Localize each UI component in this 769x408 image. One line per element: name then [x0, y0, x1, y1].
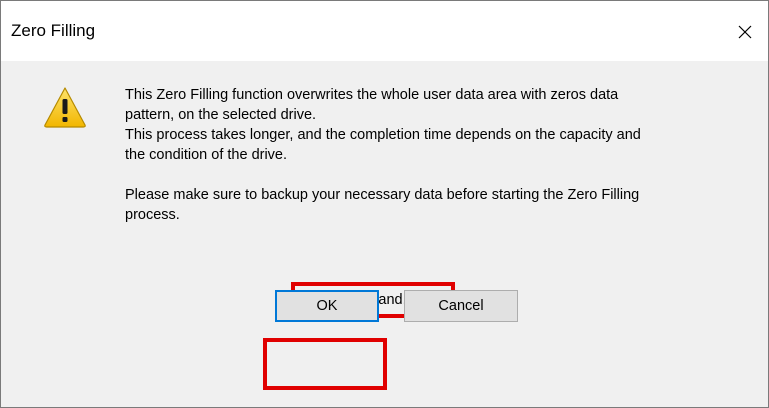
message-line: the condition of the drive.: [125, 147, 288, 163]
close-icon: [738, 25, 752, 39]
ok-button[interactable]: OK: [275, 290, 379, 322]
message-line: This process takes longer, and the compl…: [125, 127, 641, 143]
cancel-button[interactable]: Cancel: [404, 290, 518, 322]
message-line: process.: [125, 207, 180, 223]
close-button[interactable]: [722, 12, 768, 52]
message-line: This Zero Filling function overwrites th…: [125, 87, 619, 103]
window-title: Zero Filling: [11, 21, 96, 40]
title-bar: Zero Filling: [1, 1, 768, 61]
warning-message: This Zero Filling function overwrites th…: [125, 85, 755, 225]
message-line: Please make sure to backup your necessar…: [125, 187, 640, 203]
warning-icon: [44, 87, 86, 128]
dialog-body: This Zero Filling function overwrites th…: [1, 61, 768, 407]
message-line: pattern, on the selected drive.: [125, 107, 317, 123]
zero-filling-dialog: Zero Filling This Zero Filling function …: [0, 0, 769, 408]
